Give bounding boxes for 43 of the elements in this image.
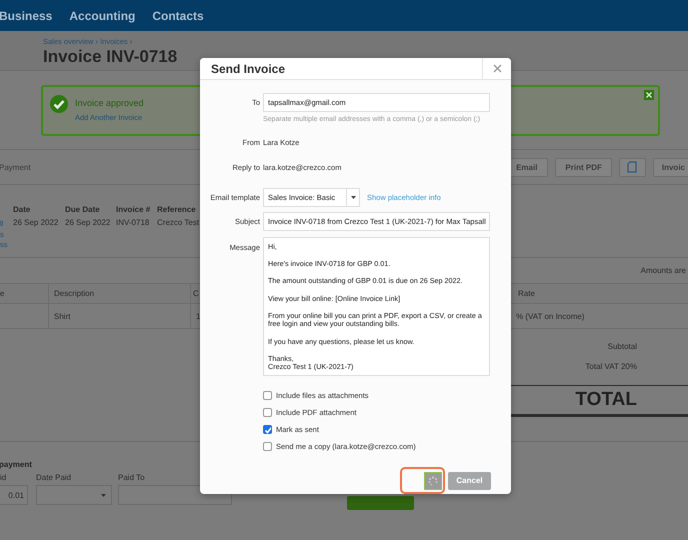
nav-item[interactable]: Contacts <box>152 8 204 22</box>
field-label: Date Paid <box>36 473 72 482</box>
detail-value: 26 Sep 2022 <box>65 218 112 227</box>
caret-icon <box>101 494 106 496</box>
detail-value: INV-0718 <box>116 218 150 227</box>
input-field[interactable]: 0.01 <box>0 485 28 505</box>
total-label: Total VAT 20% <box>585 362 637 373</box>
checkbox[interactable] <box>263 425 272 434</box>
page-title: Invoice INV-0718 <box>43 47 178 67</box>
spinner-icon <box>428 476 438 486</box>
caret-icon <box>350 196 356 199</box>
alert-message: Invoice approved <box>75 98 144 108</box>
checkbox[interactable] <box>263 442 272 451</box>
close-button[interactable] <box>482 58 511 79</box>
table-cell: Shirt <box>48 304 190 328</box>
toolbar-button[interactable]: Invoic <box>652 158 688 176</box>
grand-total-label: TOTAL <box>575 389 637 411</box>
copy-button[interactable] <box>618 158 646 176</box>
nav-item[interactable]: Accounting <box>69 8 136 22</box>
dialog-title: Send Invoice <box>210 60 286 78</box>
checkbox[interactable] <box>263 408 272 417</box>
column-header: Due Date <box>65 205 101 214</box>
cancel-button[interactable]: Cancel <box>448 472 491 490</box>
column-header: Invoice # <box>116 205 152 214</box>
field-label: id <box>0 473 8 482</box>
nav-item[interactable]: Business <box>0 8 52 22</box>
detail-value: 26 Sep 2022 <box>13 218 60 227</box>
check-icon <box>264 426 271 434</box>
check-circle-icon <box>50 95 68 113</box>
close-icon <box>492 64 502 73</box>
send-button[interactable] <box>424 472 442 490</box>
toolbar-button[interactable]: Print PDF <box>555 158 612 176</box>
detail-value: Crezco Test <box>157 218 200 227</box>
document-icon <box>627 161 638 173</box>
column-header: Reference <box>157 205 197 214</box>
total-label: Subtotal <box>608 342 637 353</box>
column-header: Description <box>48 284 190 304</box>
checkbox[interactable] <box>263 391 272 400</box>
close-icon[interactable] <box>644 90 654 100</box>
toolbar-label: Payment <box>0 162 31 172</box>
field-label: Paid To <box>118 473 146 482</box>
amounts-note: Amounts are <box>640 266 686 275</box>
column-header: Date <box>13 205 32 214</box>
